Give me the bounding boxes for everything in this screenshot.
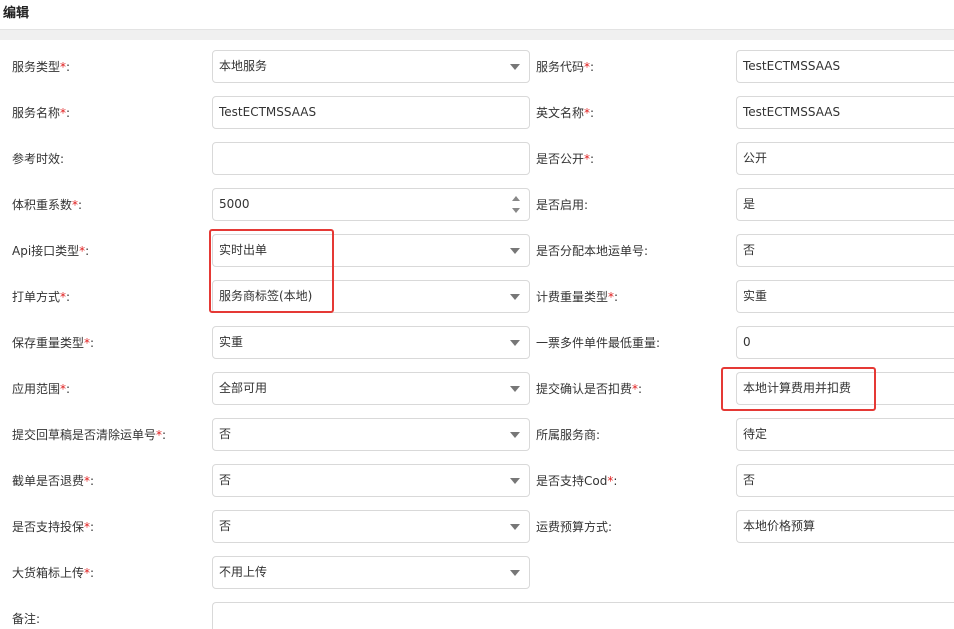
alloc-tracking-label: 是否分配本地运单号: (536, 244, 649, 258)
service-type-select[interactable]: 本地服务 (212, 50, 530, 83)
is-public-label: 是否公开*: (536, 152, 595, 166)
provider-label: 所属服务商: (536, 428, 601, 442)
chevron-down-icon (510, 248, 520, 254)
ref-time-input[interactable] (212, 142, 530, 175)
service-name-label: 服务名称*: (12, 106, 71, 120)
header-divider (0, 30, 954, 40)
cut-refund-label: 截单是否退费*: (12, 474, 95, 488)
clear-tracking-label: 提交回草稿是否清除运单号*: (12, 428, 167, 442)
cut-refund-select[interactable]: 否 (212, 464, 530, 497)
chevron-down-icon (510, 340, 520, 346)
save-weight-type-select[interactable]: 实重 (212, 326, 530, 359)
support-cod-label: 是否支持Cod*: (536, 474, 618, 488)
min-weight-input[interactable]: 0 (736, 326, 954, 359)
print-method-label: 打单方式*: (12, 290, 71, 304)
remark-textarea[interactable] (212, 602, 954, 629)
service-name-input[interactable]: TestECTMSSAAS (212, 96, 530, 129)
min-weight-label: 一票多件单件最低重量: (536, 336, 661, 350)
spin-down-icon[interactable] (512, 208, 520, 213)
insurance-select[interactable]: 否 (212, 510, 530, 543)
charge-weight-type-select[interactable]: 实重 (736, 280, 954, 313)
ref-time-label: 参考时效: (12, 152, 65, 166)
chevron-down-icon (510, 478, 520, 484)
chevron-down-icon (510, 570, 520, 576)
api-type-select[interactable]: 实时出单 (212, 234, 530, 267)
insurance-label: 是否支持投保*: (12, 520, 95, 534)
charge-weight-type-label: 计费重量类型*: (536, 290, 619, 304)
submit-deduct-label: 提交确认是否扣费*: (536, 382, 643, 396)
chevron-down-icon (510, 386, 520, 392)
alloc-tracking-select[interactable]: 否 (736, 234, 954, 267)
english-name-input[interactable]: TestECTMSSAAS (736, 96, 954, 129)
freight-budget-select[interactable]: 本地价格预算 (736, 510, 954, 543)
support-cod-select[interactable]: 否 (736, 464, 954, 497)
is-public-select[interactable]: 公开 (736, 142, 954, 175)
edit-header: 编辑 (0, 0, 954, 30)
chevron-down-icon (510, 294, 520, 300)
scope-label: 应用范围*: (12, 382, 71, 396)
big-box-upload-select[interactable]: 不用上传 (212, 556, 530, 589)
page-title: 编辑 (3, 6, 30, 21)
freight-budget-label: 运费预算方式: (536, 520, 613, 534)
scope-select[interactable]: 全部可用 (212, 372, 530, 405)
print-method-select[interactable]: 服务商标签(本地) (212, 280, 530, 313)
chevron-down-icon (510, 64, 520, 70)
service-type-label: 服务类型*: (12, 60, 71, 74)
provider-select[interactable]: 待定 (736, 418, 954, 451)
remark-label: 备注: (12, 612, 41, 626)
save-weight-type-label: 保存重量类型*: (12, 336, 95, 350)
english-name-label: 英文名称*: (536, 106, 595, 120)
is-enabled-label: 是否启用: (536, 198, 589, 212)
big-box-upload-label: 大货箱标上传*: (12, 566, 95, 580)
clear-tracking-select[interactable]: 否 (212, 418, 530, 451)
service-code-label: 服务代码*: (536, 60, 595, 74)
spin-up-icon[interactable] (512, 196, 520, 201)
service-code-input[interactable]: TestECTMSSAAS (736, 50, 954, 83)
chevron-down-icon (510, 524, 520, 530)
chevron-down-icon (510, 432, 520, 438)
submit-deduct-select[interactable]: 本地计算费用并扣费 (736, 372, 954, 405)
volume-factor-stepper[interactable]: 5000 (212, 188, 530, 221)
is-enabled-select[interactable]: 是 (736, 188, 954, 221)
volume-factor-label: 体积重系数*: (12, 198, 83, 212)
api-type-label: Api接口类型*: (12, 244, 90, 258)
